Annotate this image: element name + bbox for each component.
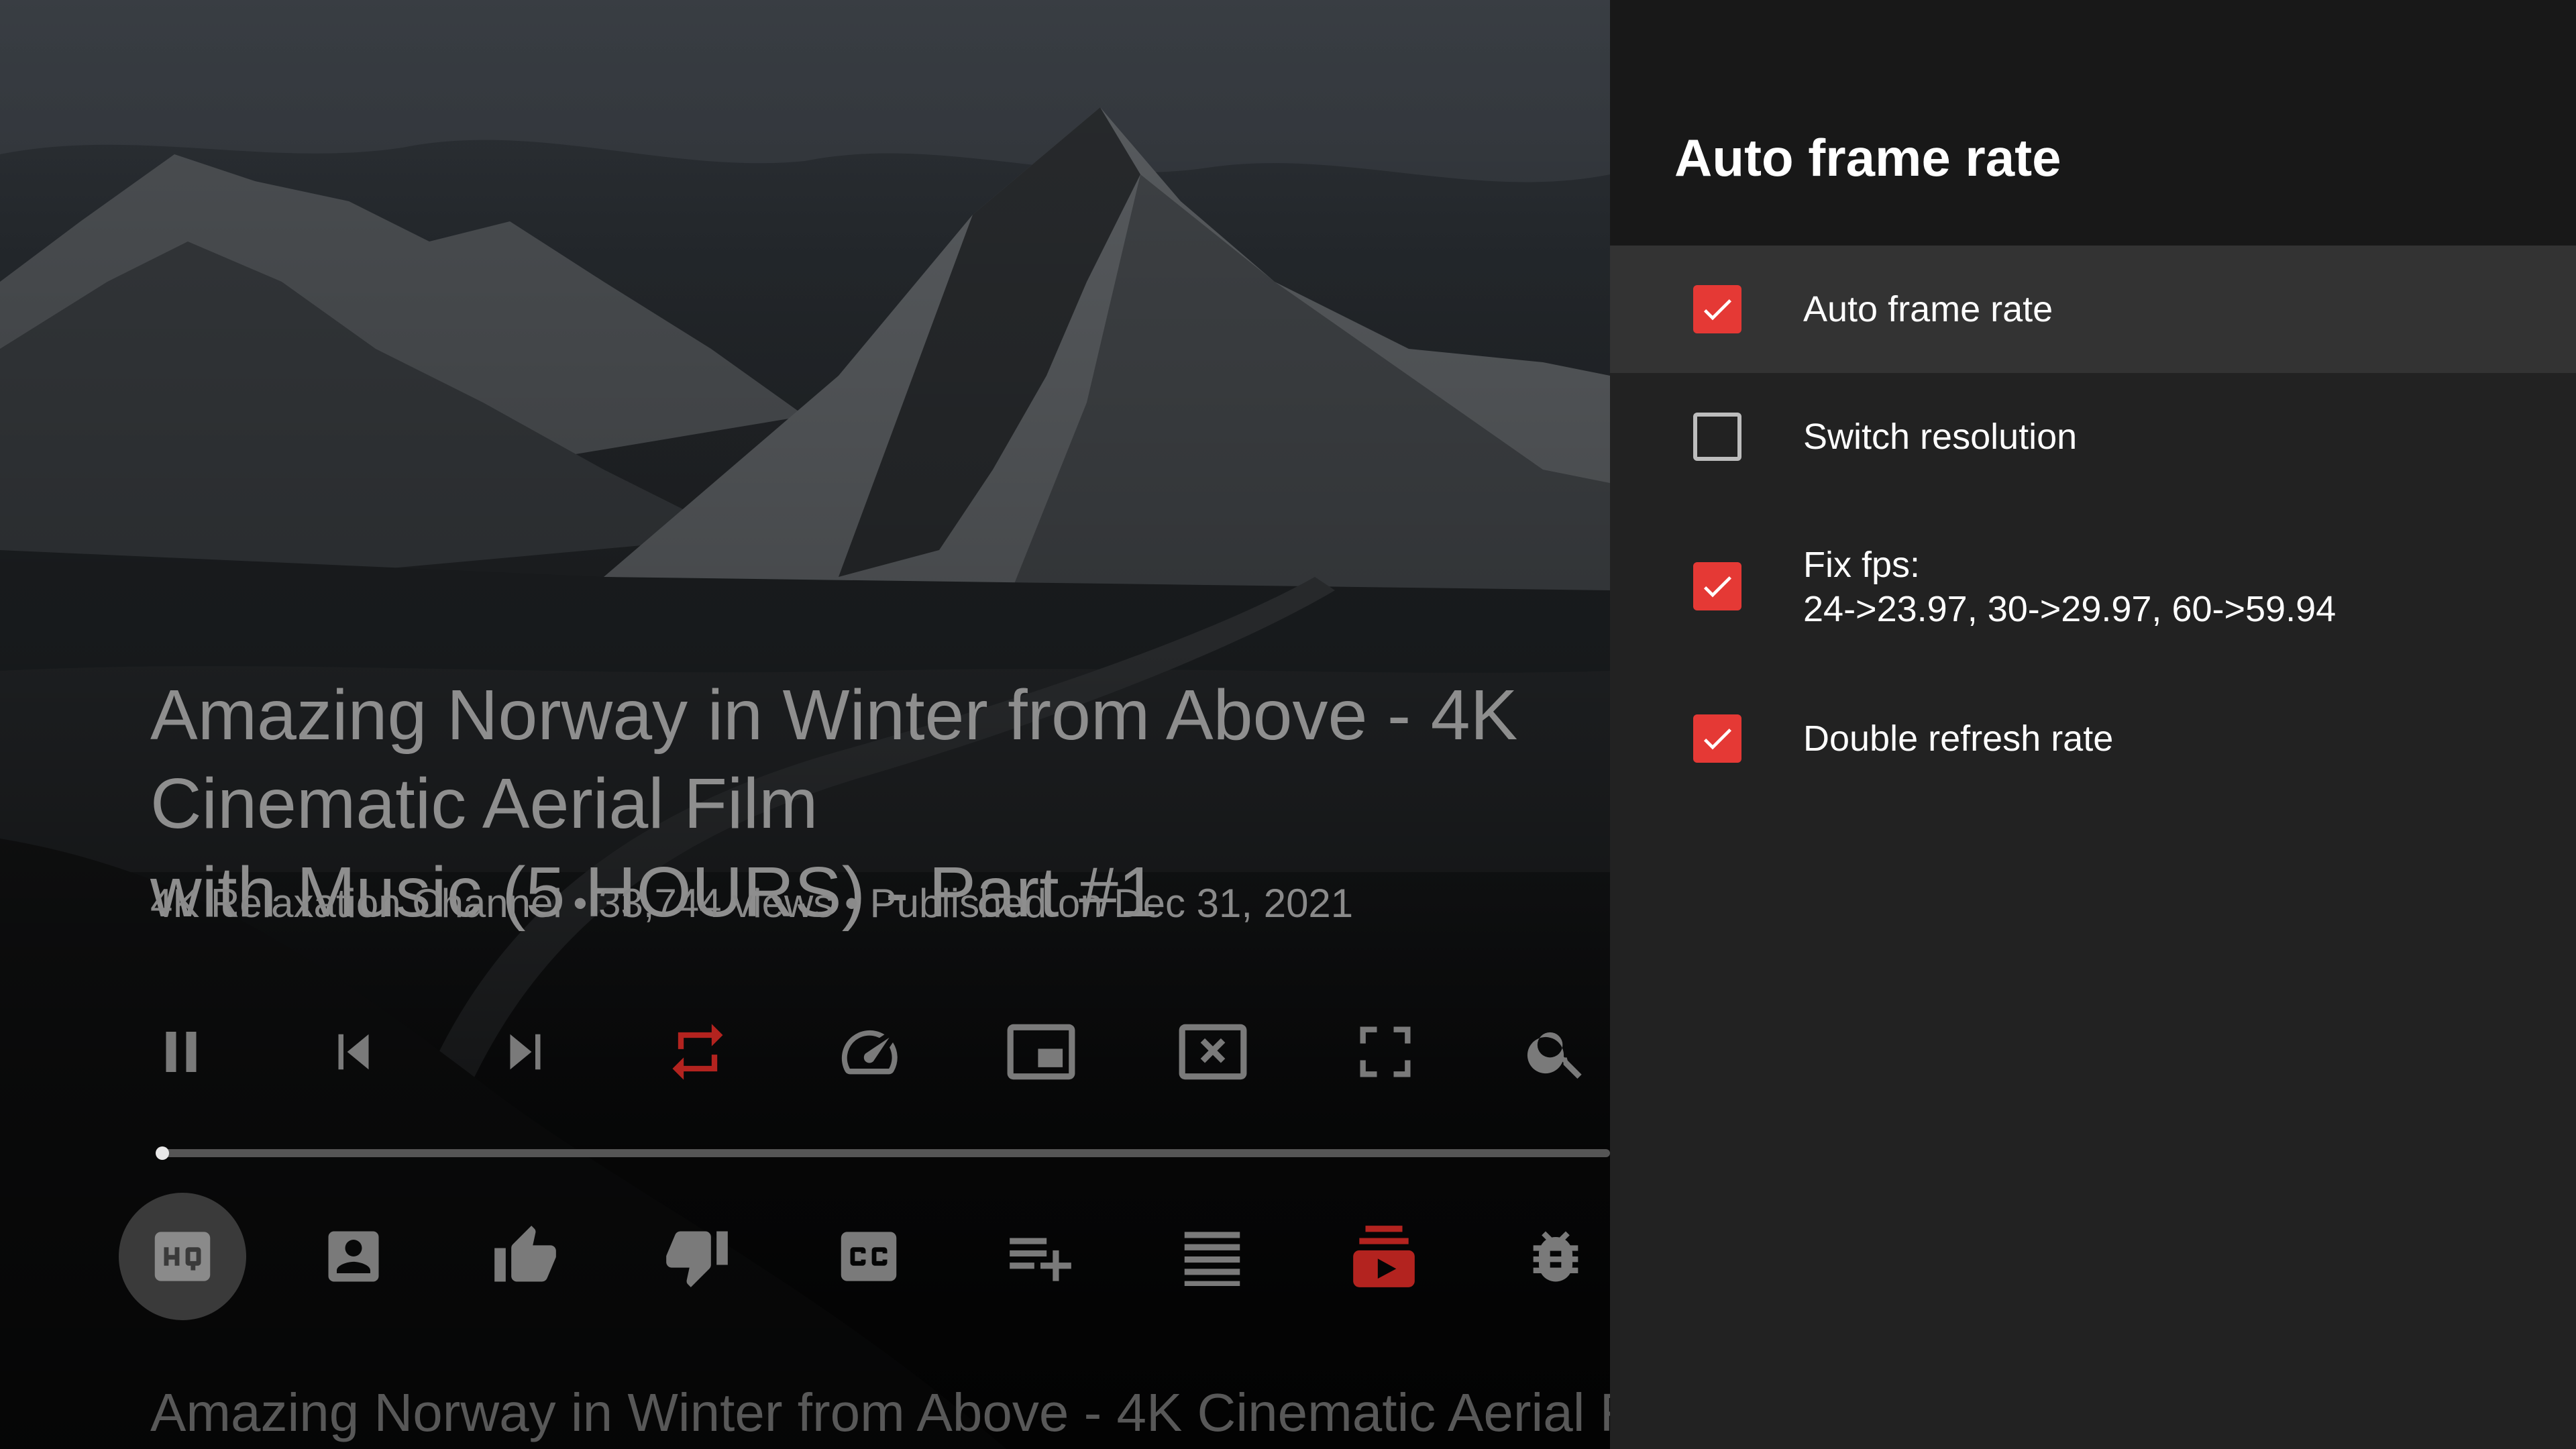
playback-speed-button[interactable] [829,1012,910,1092]
add-to-playlist-button[interactable] [977,1193,1104,1320]
picture-in-picture-button[interactable] [1001,1012,1081,1092]
picture-in-picture-icon [1007,1024,1075,1080]
add-to-playlist-icon [1010,1238,1071,1281]
pause-icon [166,1032,197,1072]
playlist-button[interactable] [1148,1193,1276,1320]
dislike-icon [666,1231,728,1287]
subscriptions-icon [1353,1226,1415,1287]
option-auto-frame-rate[interactable]: Auto frame rate [1610,246,2576,373]
like-icon [494,1226,556,1282]
search-button[interactable] [1517,1012,1597,1092]
auto-frame-rate-checkbox[interactable] [1693,285,1741,333]
hq-icon [154,1232,211,1281]
option-switch-resolution[interactable]: Switch resolution [1610,373,2576,500]
option-sublabel: 24->23.97, 30->29.97, 60->59.94 [1803,589,2337,629]
option-label: Switch resolution [1803,417,2078,457]
progress-handle[interactable] [156,1146,169,1160]
close-video-icon [1179,1024,1247,1080]
option-label: Fix fps: [1803,545,1921,585]
settings-panel: Auto frame rate Auto frame rate Switch r… [1610,0,2576,1449]
option-label: Double refresh rate [1803,718,2114,759]
like-button[interactable] [462,1193,589,1320]
search-icon [1527,1032,1582,1079]
video-quality-button[interactable] [119,1193,246,1320]
fix-fps-checkbox[interactable] [1693,562,1741,610]
previous-button[interactable] [313,1012,394,1092]
channel-icon [328,1231,379,1282]
closed-captions-button[interactable] [805,1193,932,1320]
fullscreen-button[interactable] [1345,1012,1426,1092]
option-label: Auto frame rate [1803,289,2053,329]
repeat-button[interactable] [657,1012,738,1092]
progress-bar[interactable] [158,1149,1610,1157]
next-button[interactable] [485,1012,566,1092]
switch-resolution-checkbox[interactable] [1693,413,1741,461]
skip-previous-icon [338,1034,369,1070]
pause-button[interactable] [141,1012,221,1092]
fullscreen-icon [1360,1026,1411,1077]
dislike-button[interactable] [633,1193,761,1320]
closed-captions-icon [841,1232,897,1281]
option-double-refresh-rate[interactable]: Double refresh rate [1610,675,2576,802]
checkmark-icon [1703,299,1731,321]
subscriptions-button[interactable] [1320,1193,1448,1320]
panel-header: Auto frame rate [1610,0,2576,246]
playback-speed-icon [841,1030,898,1075]
close-video-button[interactable] [1173,1012,1253,1092]
debug-icon [1533,1231,1578,1282]
double-refresh-rate-checkbox[interactable] [1693,714,1741,763]
repeat-icon [672,1024,723,1080]
channel-button[interactable] [290,1193,417,1320]
skip-next-icon [510,1034,541,1070]
debug-info-button[interactable] [1492,1193,1619,1320]
checkmark-icon [1703,729,1731,750]
checkmark-icon [1703,576,1731,598]
option-fix-fps[interactable]: Fix fps: 24->23.97, 30->29.97, 60->59.94 [1610,500,2576,675]
playlist-icon [1184,1232,1240,1286]
video-metadata: 4K Relaxation Channel • 33,744 views • P… [150,881,1354,926]
panel-title: Auto frame rate [1674,128,2061,187]
